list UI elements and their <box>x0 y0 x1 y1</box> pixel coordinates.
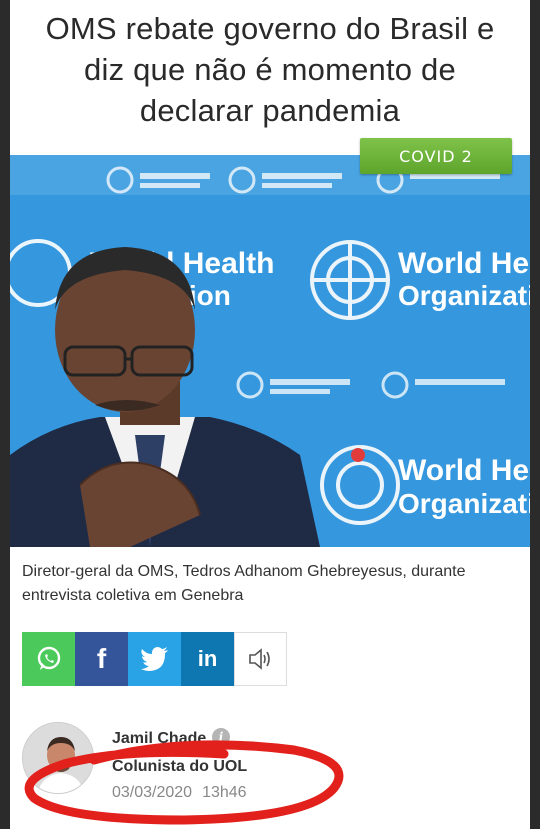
share-bar: f in <box>22 632 287 686</box>
svg-text:World Hea: World Hea <box>398 247 530 280</box>
photo-illustration: World Health zation World Hea Organizati… <box>10 155 530 547</box>
svg-text:World Hea: World Hea <box>398 454 530 487</box>
twitter-icon <box>140 647 168 671</box>
facebook-share-button[interactable]: f <box>75 632 128 686</box>
publish-time: 13h46 <box>202 784 247 801</box>
publish-datetime: 03/03/2020 13h46 <box>112 784 247 802</box>
twitter-share-button[interactable] <box>128 632 181 686</box>
photo-caption: Diretor-geral da OMS, Tedros Adhanom Ghe… <box>22 563 466 604</box>
author-block: Jamil Chade i Colunista do UOL 03/03/202… <box>22 722 522 812</box>
author-name[interactable]: Jamil Chade <box>112 730 206 748</box>
author-role: Colunista do UOL <box>112 758 248 775</box>
linkedin-icon: in <box>197 646 218 671</box>
speaker-icon <box>248 648 270 670</box>
headline-line-1: OMS rebate governo do Brasil e <box>45 11 495 46</box>
article-page: OMS rebate governo do Brasil e diz que n… <box>10 0 530 829</box>
facebook-icon: f <box>96 643 107 674</box>
svg-text:Organizati: Organizati <box>398 488 530 519</box>
covid-tag[interactable]: COVID 2 <box>360 138 512 174</box>
whatsapp-icon <box>37 646 60 670</box>
article-headline: OMS rebate governo do Brasil e diz que n… <box>10 8 530 131</box>
article-photo[interactable]: World Health zation World Hea Organizati… <box>10 155 530 547</box>
audio-button[interactable] <box>234 632 287 686</box>
headline-line-3: declarar pandemia <box>139 93 401 128</box>
author-avatar[interactable] <box>22 722 94 794</box>
info-icon[interactable]: i <box>212 728 230 746</box>
publish-date: 03/03/2020 <box>112 784 193 801</box>
linkedin-share-button[interactable]: in <box>181 632 234 686</box>
svg-text:Organizati: Organizati <box>398 280 530 311</box>
whatsapp-share-button[interactable] <box>22 632 75 686</box>
headline-line-2: diz que não é momento de <box>84 52 456 87</box>
